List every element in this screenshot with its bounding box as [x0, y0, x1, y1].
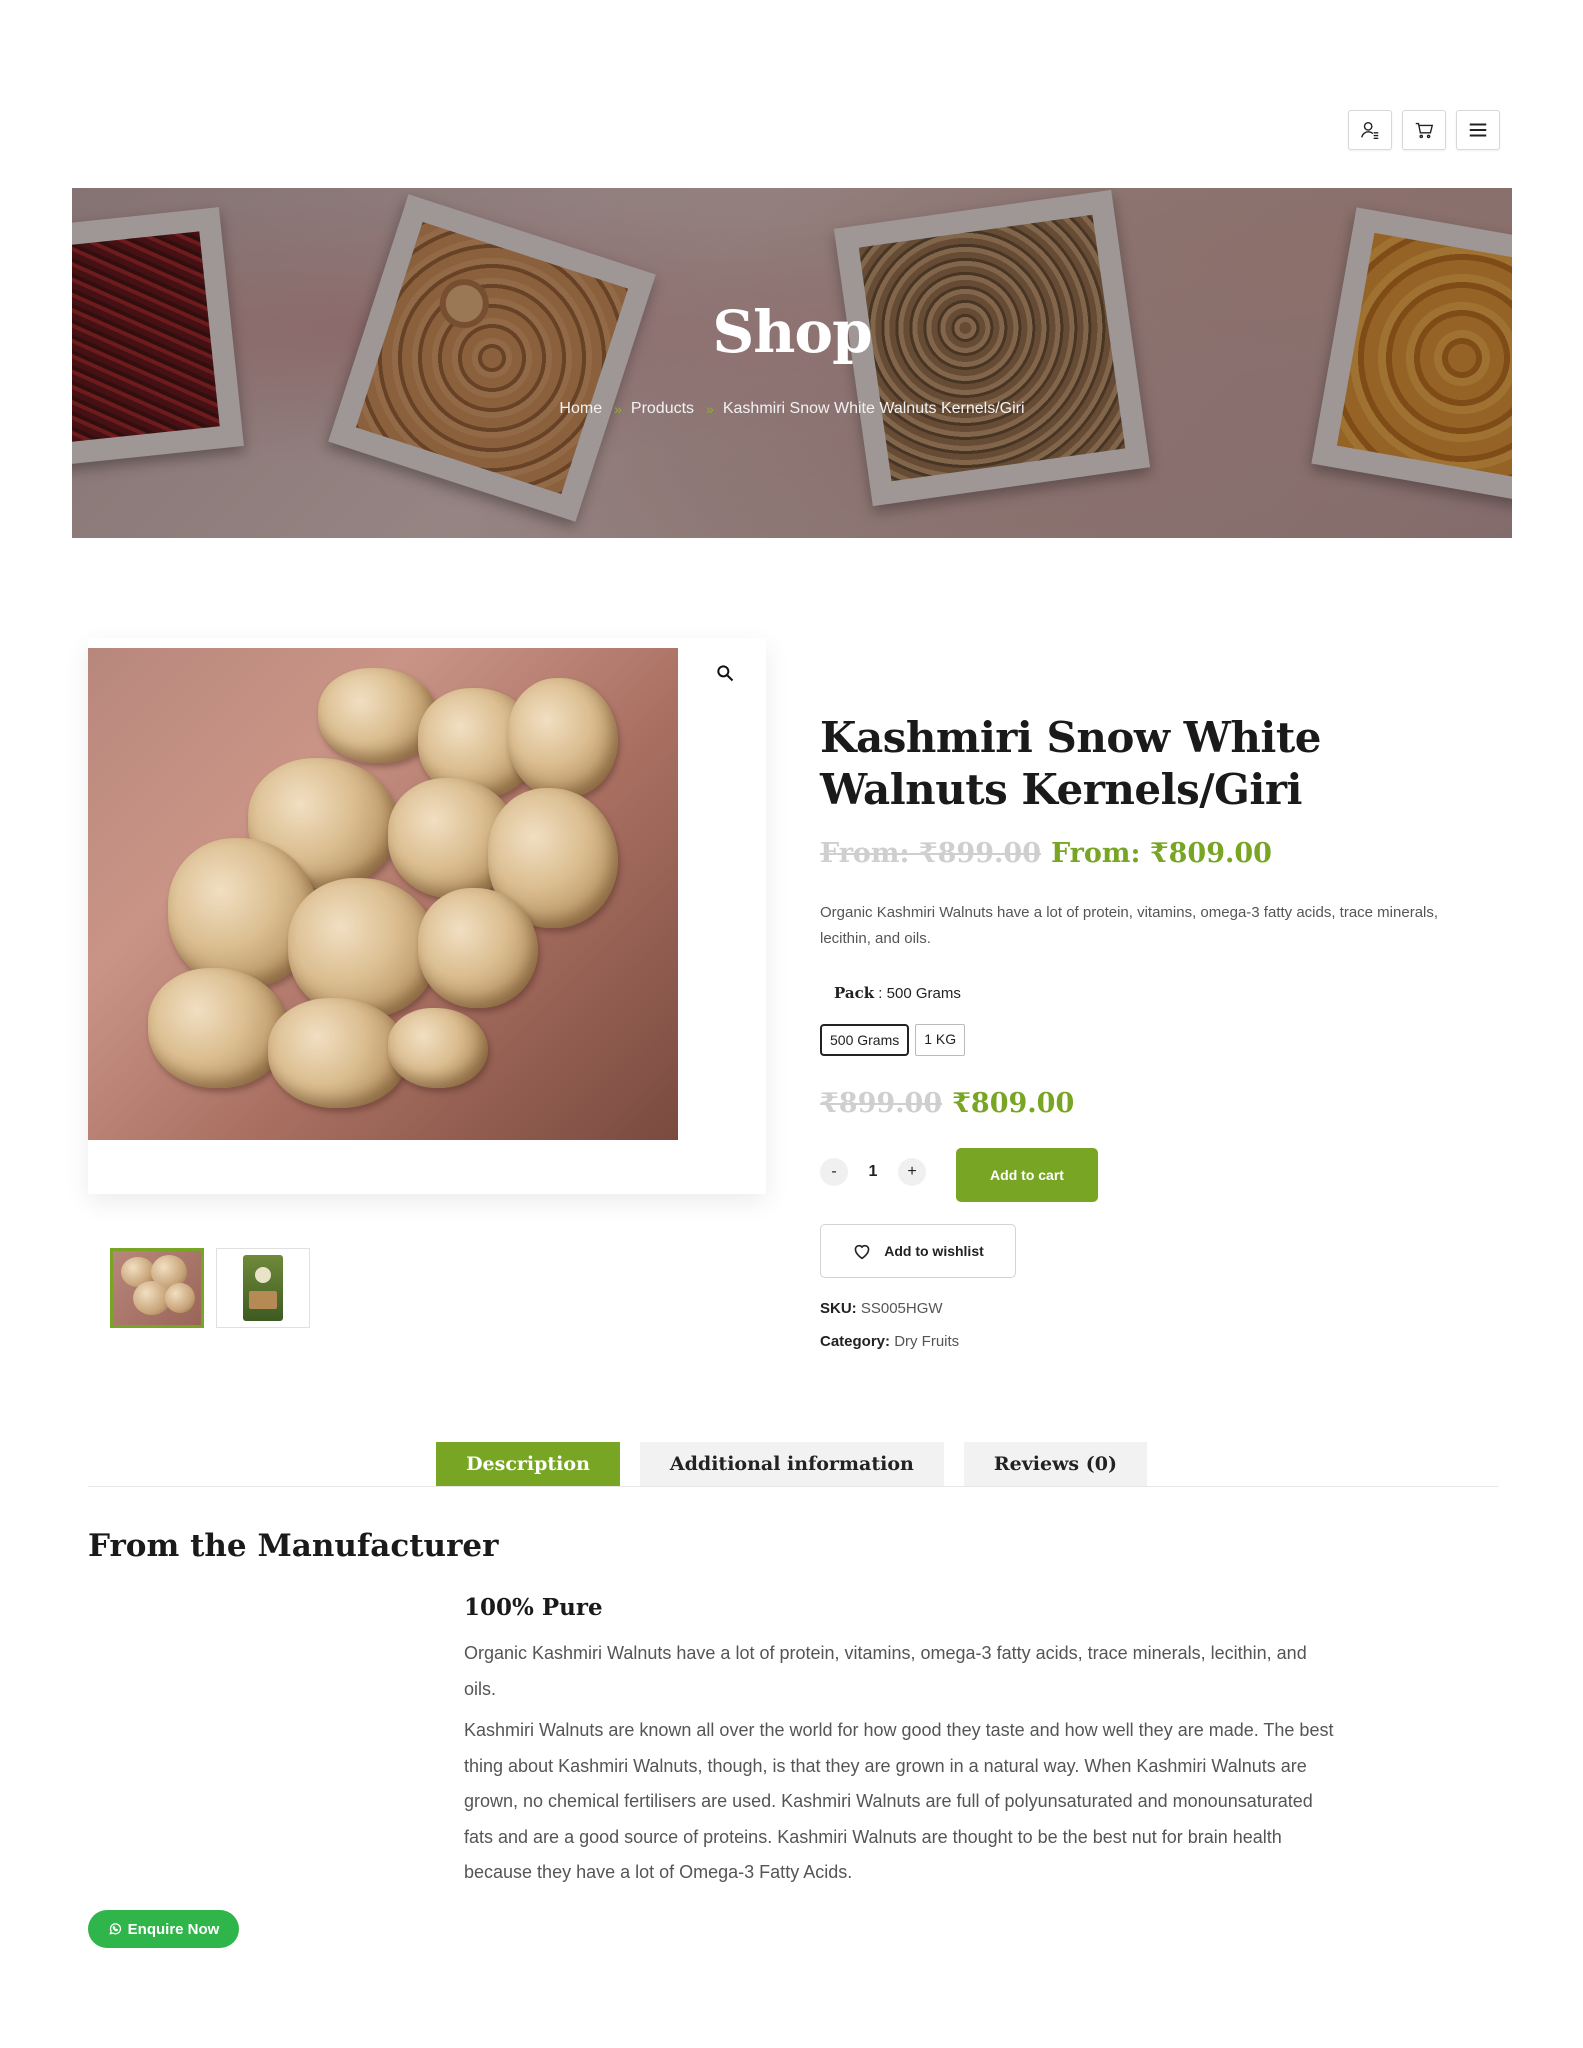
- tab-reviews[interactable]: Reviews (0): [963, 1442, 1147, 1486]
- pack-selected-value: 500 Grams: [886, 985, 961, 1002]
- category-row: Category: Dry Fruits: [820, 1333, 959, 1350]
- cart-icon: [1415, 122, 1434, 139]
- breadcrumb-separator-icon: »: [614, 401, 622, 417]
- pack-label-name: Pack: [834, 984, 875, 1002]
- variant-1-kg[interactable]: 1 KG: [915, 1024, 966, 1056]
- enquire-now-button[interactable]: Enquire Now: [88, 1910, 239, 1948]
- hamburger-menu-icon: [1469, 123, 1487, 137]
- description-paragraph-2: Kashmiri Walnuts are known all over the …: [464, 1720, 1334, 1882]
- product-title: Kashmiri Snow White Walnuts Kernels/Giri: [820, 713, 1321, 814]
- add-to-cart-button[interactable]: Add to cart: [956, 1148, 1098, 1202]
- thumbnail-walnuts[interactable]: [110, 1248, 204, 1328]
- tab-additional-information[interactable]: Additional information: [639, 1442, 944, 1486]
- add-to-wishlist-label: Add to wishlist: [884, 1243, 984, 1259]
- product-gallery: [88, 638, 766, 1194]
- user-menu-icon: [1361, 121, 1379, 139]
- shop-banner: Shop Home » Products » Kashmiri Snow Whi…: [72, 188, 1512, 538]
- sku-value: SS005HGW: [860, 1300, 943, 1317]
- hamburger-menu-button[interactable]: [1456, 110, 1500, 150]
- variant-500-grams[interactable]: 500 Grams: [820, 1024, 910, 1056]
- tabs-divider: [88, 1486, 1498, 1487]
- variant-price-old: ₹899.00: [820, 1088, 943, 1119]
- price-range-old: From: ₹899.00: [820, 838, 1041, 869]
- user-menu-button[interactable]: [1348, 110, 1392, 150]
- whatsapp-icon: [109, 1923, 121, 1935]
- variant-price-new: ₹809.00: [952, 1088, 1075, 1119]
- quantity-decrease-button[interactable]: -: [820, 1158, 848, 1186]
- variant-price: ₹899.00 ₹809.00: [820, 1088, 1074, 1119]
- price-range-new: From: ₹809.00: [1050, 838, 1272, 869]
- price-range: From: ₹899.00 From: ₹809.00: [820, 838, 1272, 869]
- product-tabs: Description Additional information Revie…: [0, 1442, 1583, 1486]
- breadcrumb-current: Kashmiri Snow White Walnuts Kernels/Giri: [722, 400, 1025, 417]
- header-icons: [1348, 110, 1500, 150]
- description-subheading: 100% Pure: [464, 1594, 603, 1621]
- breadcrumb-home[interactable]: Home: [559, 400, 602, 418]
- description-paragraph-1: Organic Kashmiri Walnuts have a lot of p…: [464, 1643, 1307, 1699]
- product-thumbnails: [110, 1248, 310, 1328]
- breadcrumb: Home » Products » Kashmiri Snow White Wa…: [72, 400, 1512, 418]
- pack-label-colon: :: [878, 985, 887, 1002]
- add-to-wishlist-button[interactable]: Add to wishlist: [820, 1224, 1016, 1278]
- product-main-image[interactable]: [88, 648, 678, 1140]
- quantity-increase-button[interactable]: +: [898, 1158, 926, 1186]
- cart-button[interactable]: [1402, 110, 1446, 150]
- quantity-input[interactable]: 1: [864, 1163, 882, 1181]
- magnifier-icon: [717, 665, 734, 682]
- enquire-now-label: Enquire Now: [127, 1920, 220, 1938]
- category-label: Category:: [820, 1333, 891, 1350]
- sku-row: SKU: SS005HGW: [820, 1300, 943, 1317]
- description-heading: From the Manufacturer: [88, 1528, 499, 1564]
- breadcrumb-separator-icon: »: [706, 401, 714, 417]
- heart-icon: [854, 1244, 870, 1260]
- pack-variants: 500 Grams 1 KG: [820, 1024, 966, 1056]
- pack-label: Pack : 500 Grams: [834, 984, 961, 1002]
- category-link[interactable]: Dry Fruits: [894, 1333, 959, 1350]
- zoom-button[interactable]: [710, 658, 740, 688]
- short-description: Organic Kashmiri Walnuts have a lot of p…: [820, 904, 1439, 947]
- breadcrumb-products[interactable]: Products: [631, 400, 694, 418]
- thumbnail-package[interactable]: [216, 1248, 310, 1328]
- sku-label: SKU:: [820, 1300, 857, 1317]
- tab-description[interactable]: Description: [436, 1442, 620, 1486]
- quantity-stepper: - 1 +: [820, 1158, 926, 1186]
- page-title: Shop: [712, 298, 872, 366]
